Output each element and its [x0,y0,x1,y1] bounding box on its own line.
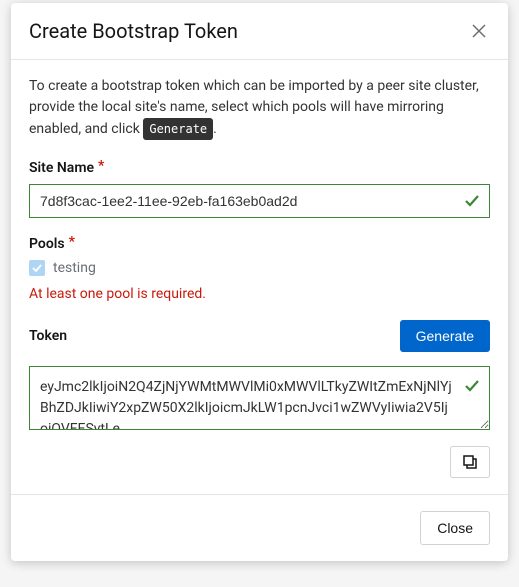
token-textarea[interactable] [29,366,490,430]
description-text: To create a bootstrap token which can be… [29,78,479,137]
pool-option-testing[interactable]: testing [29,260,490,276]
close-icon-button[interactable] [468,20,490,42]
close-icon [472,24,486,38]
site-name-group: Site Name* [29,160,490,218]
pools-label-text: Pools [29,236,65,252]
token-label: Token [29,328,67,344]
check-icon [464,378,480,394]
copy-button[interactable] [450,446,490,478]
generate-button[interactable]: Generate [400,320,490,352]
modal-title: Create Bootstrap Token [29,19,238,43]
required-asterisk: * [98,158,104,174]
token-header-row: Token Generate [29,320,490,352]
copy-row [29,446,490,478]
check-icon [464,193,480,209]
create-bootstrap-token-modal: Create Bootstrap Token To create a boots… [11,3,508,561]
site-name-input-wrap [29,184,490,218]
modal-header: Create Bootstrap Token [11,3,508,60]
site-name-input[interactable] [29,184,490,218]
modal-footer: Close [11,494,508,561]
site-name-label-text: Site Name [29,160,94,176]
generate-kbd: Generate [143,118,213,140]
description-tail: . [213,121,217,137]
modal-body: To create a bootstrap token which can be… [11,60,508,494]
pools-error: At least one pool is required. [29,286,490,302]
close-button[interactable]: Close [420,511,490,545]
required-asterisk: * [69,234,75,250]
pools-label: Pools* [29,236,75,252]
token-textarea-wrap [29,366,490,434]
modal-description: To create a bootstrap token which can be… [29,76,490,140]
site-name-label: Site Name* [29,160,104,176]
copy-icon [463,455,477,469]
checkbox-icon [29,260,45,276]
pools-group: Pools* testing At least one pool is requ… [29,236,490,302]
pool-option-label: testing [53,260,96,276]
